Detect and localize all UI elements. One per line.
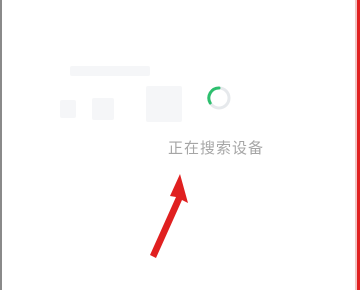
faded-background-element bbox=[92, 98, 114, 120]
device-search-screen: 正在搜索设备 bbox=[0, 0, 360, 290]
search-status-text: 正在搜索设备 bbox=[168, 139, 265, 157]
red-arrow-icon bbox=[150, 174, 188, 258]
faded-background-element bbox=[146, 86, 182, 122]
faded-background-element bbox=[60, 100, 76, 118]
window-left-edge bbox=[0, 0, 2, 290]
loading-spinner-icon bbox=[207, 86, 231, 110]
faded-background-element bbox=[70, 66, 150, 76]
